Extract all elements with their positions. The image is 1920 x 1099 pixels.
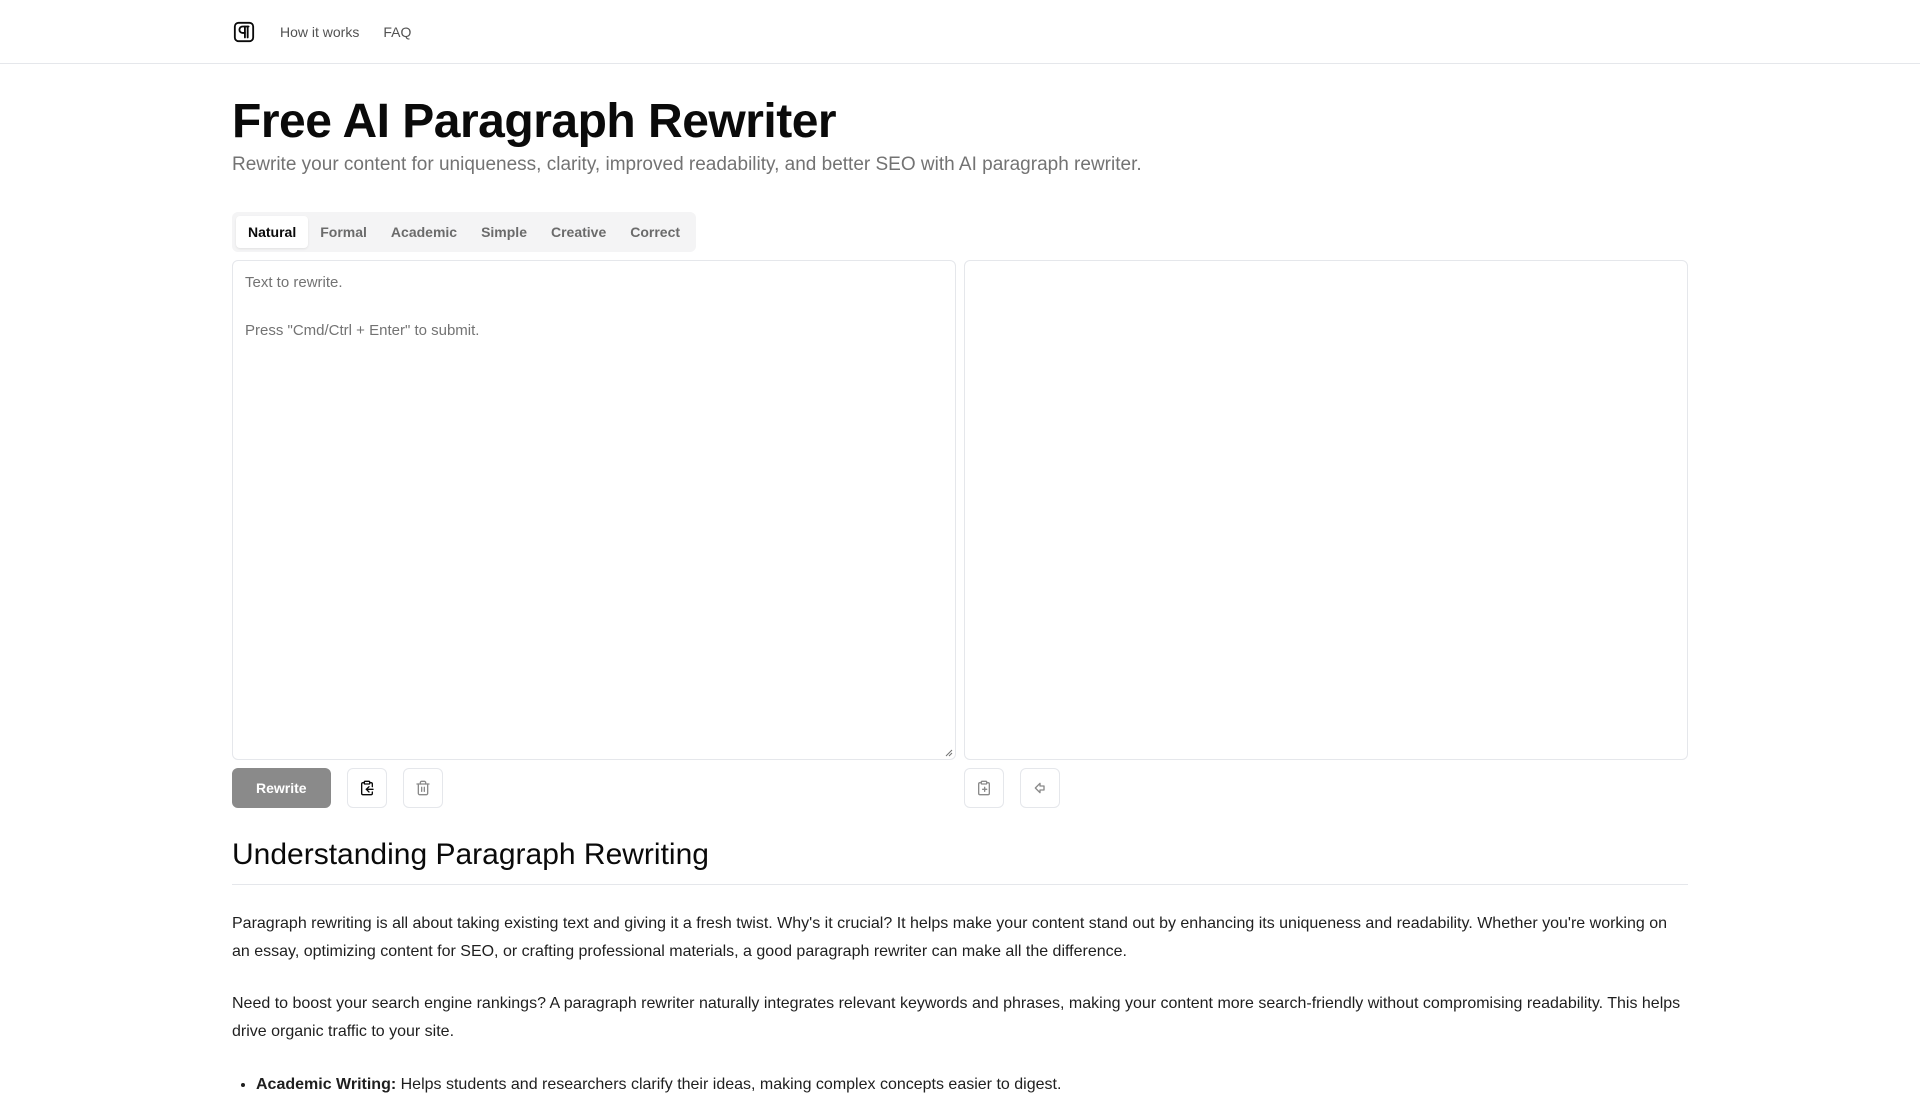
input-textarea[interactable] bbox=[233, 261, 955, 759]
article-paragraph: Need to boost your search engine ranking… bbox=[232, 995, 1681, 1040]
tab-academic[interactable]: Academic bbox=[379, 216, 469, 248]
clipboard-paste-icon bbox=[360, 780, 374, 796]
list-item: Academic Writing: Helps students and res… bbox=[256, 1071, 1061, 1099]
pilcrow-icon[interactable] bbox=[232, 20, 256, 44]
tab-natural[interactable]: Natural bbox=[236, 216, 309, 248]
output-panel bbox=[964, 260, 1688, 760]
nav-how-it-works-link[interactable]: How it works bbox=[280, 24, 359, 40]
top-nav-bar: How it works FAQ bbox=[0, 0, 1920, 64]
tab-simple[interactable]: Simple bbox=[469, 216, 539, 248]
page-title: Free AI Paragraph Rewriter bbox=[232, 95, 837, 148]
use-case-list: Academic Writing: Helps students and res… bbox=[232, 1071, 1061, 1099]
tab-formal[interactable]: Formal bbox=[308, 216, 379, 248]
tab-correct[interactable]: Correct bbox=[618, 216, 692, 248]
article-paragraph: Paragraph rewriting is all about taking … bbox=[232, 915, 1668, 960]
output-actions bbox=[964, 768, 1076, 808]
rewrite-mode-tabs: Natural Formal Academic Simple Creative … bbox=[232, 212, 697, 252]
section-divider bbox=[232, 884, 1688, 885]
output-textarea[interactable] bbox=[965, 261, 1687, 759]
paste-button[interactable] bbox=[346, 768, 387, 808]
clear-button[interactable] bbox=[402, 768, 443, 808]
resize-handle-icon[interactable] bbox=[943, 747, 953, 757]
arrow-left-icon bbox=[1034, 782, 1045, 794]
clipboard-copy-icon bbox=[978, 780, 990, 796]
list-item-text: Helps students and researchers clarify t… bbox=[396, 1076, 1062, 1093]
copy-output-button[interactable] bbox=[964, 768, 1004, 808]
list-item-term: Academic Writing: bbox=[256, 1076, 397, 1093]
input-actions: Rewrite bbox=[232, 768, 459, 808]
tab-creative[interactable]: Creative bbox=[539, 216, 618, 248]
rewrite-button[interactable]: Rewrite bbox=[232, 768, 331, 808]
input-editor bbox=[232, 260, 956, 760]
nav-container: How it works FAQ bbox=[232, 0, 435, 63]
section-heading: Understanding Paragraph Rewriting bbox=[232, 838, 709, 871]
use-output-button[interactable] bbox=[1020, 768, 1060, 808]
trash-icon bbox=[415, 780, 430, 796]
nav-faq-link[interactable]: FAQ bbox=[383, 24, 411, 40]
page-subtitle: Rewrite your content for uniqueness, cla… bbox=[232, 154, 1142, 175]
